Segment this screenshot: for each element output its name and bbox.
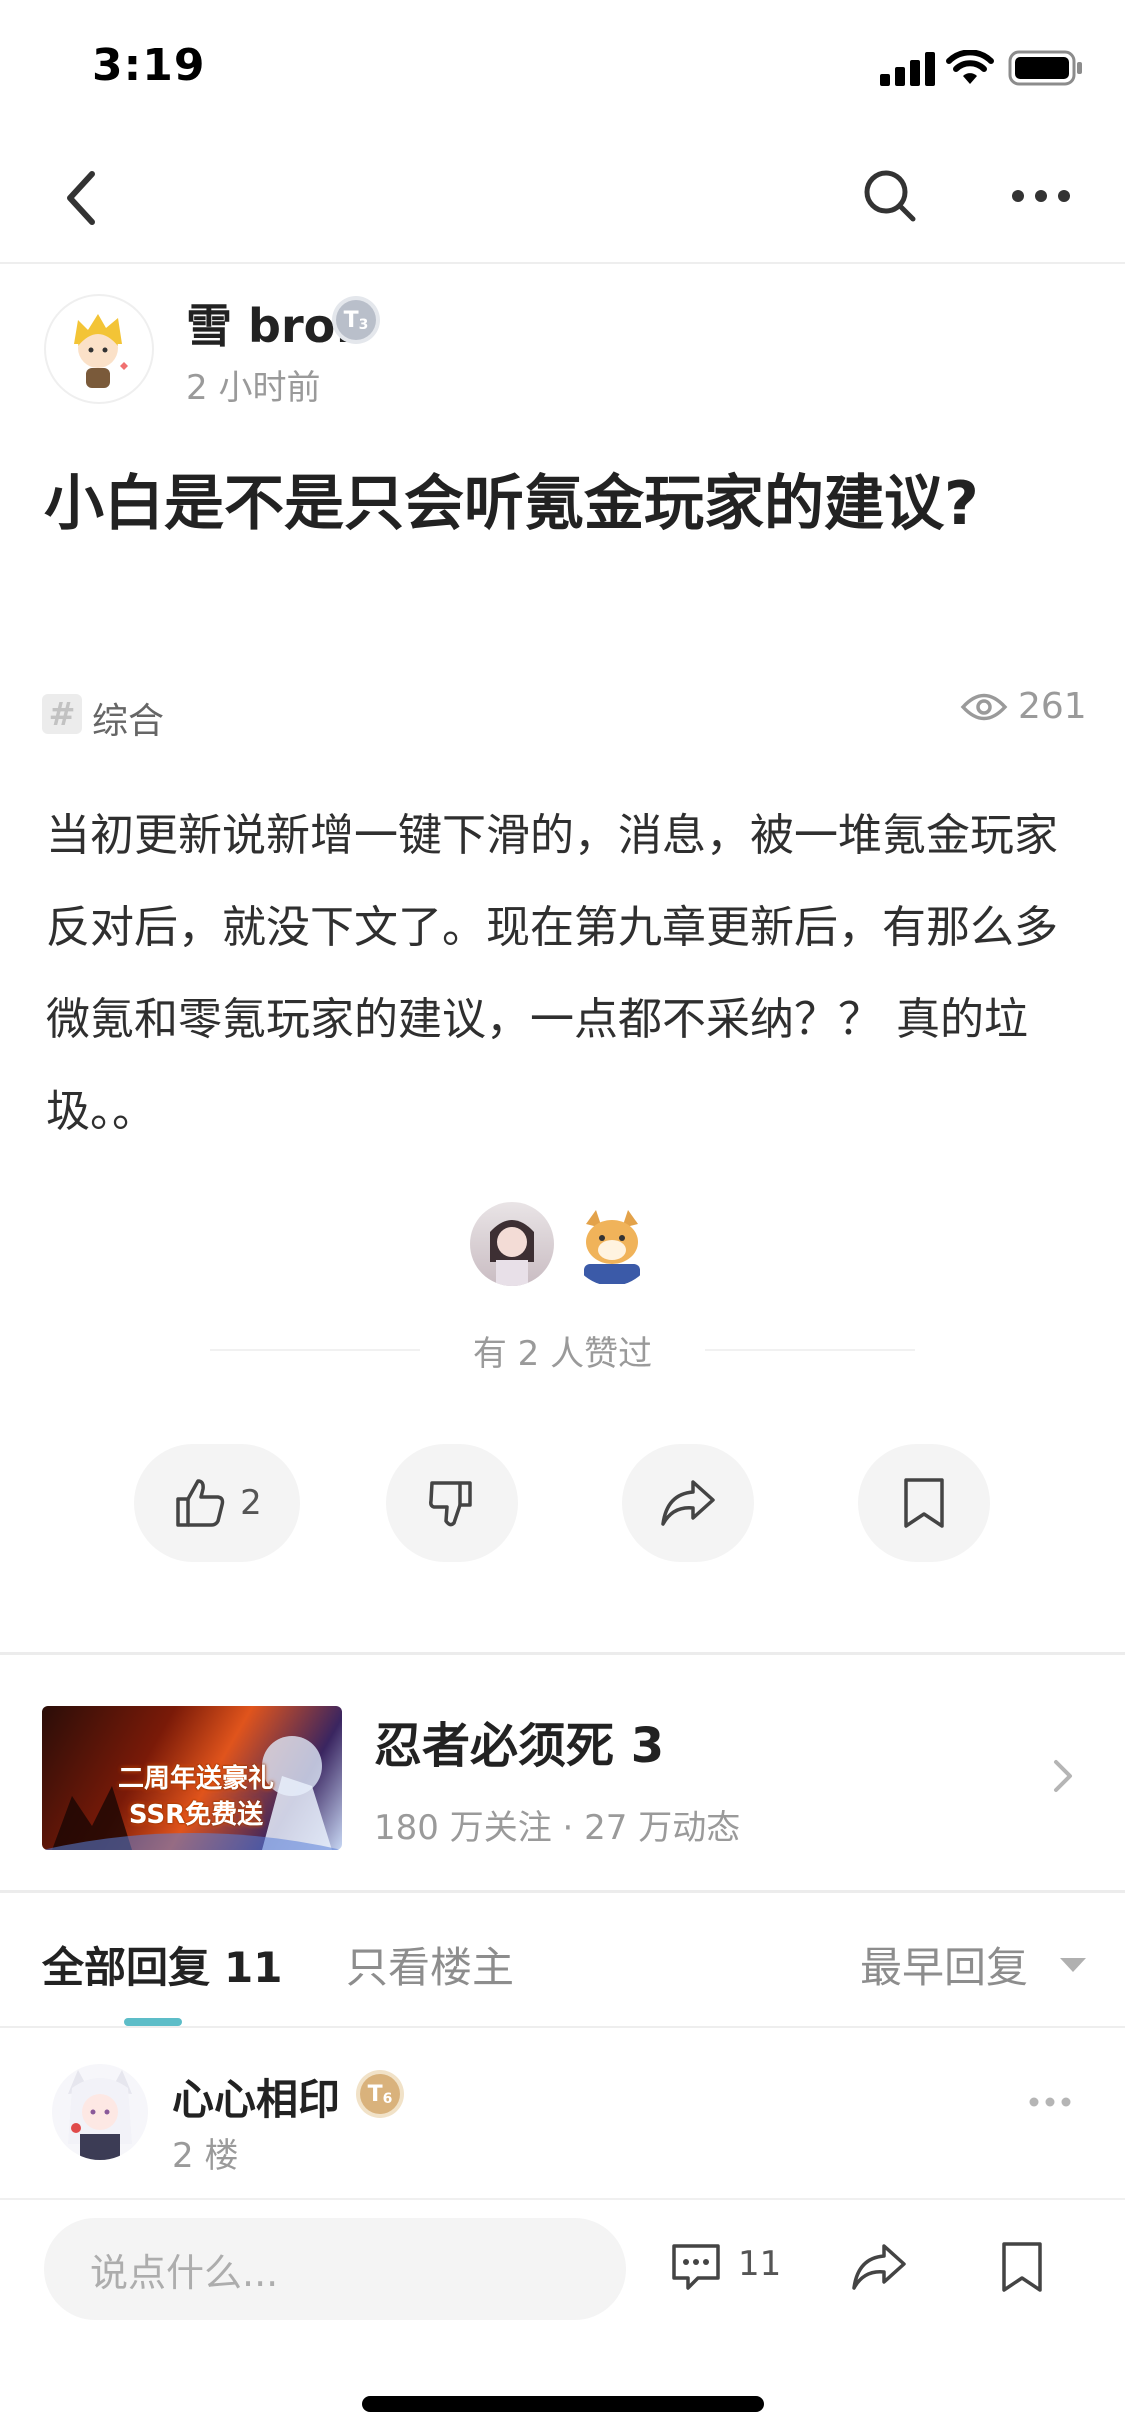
author-name[interactable]: 雪 bro. <box>186 290 353 356</box>
search-icon[interactable] <box>860 166 920 226</box>
author-avatar[interactable] <box>44 294 154 404</box>
more-options-icon[interactable] <box>1010 184 1072 208</box>
topic-tag[interactable]: 综合 <box>92 692 164 744</box>
post-body: 当初更新说新增一键下滑的，消息，被一堆氪金玩家反对后，就没下文了。现在第九章更新… <box>46 810 1058 1137</box>
reply-more-icon[interactable] <box>1028 2094 1072 2110</box>
hashtag-icon: # <box>42 694 82 734</box>
tab-all-replies[interactable]: 全部回复 11 <box>42 1934 282 1995</box>
comment-icon[interactable] <box>668 2240 724 2294</box>
reply-author-avatar[interactable] <box>52 2064 148 2160</box>
liker-avatar[interactable] <box>570 1202 654 1286</box>
nav-divider <box>0 262 1125 264</box>
tab-indicator <box>124 2018 182 2026</box>
post-time: 2 小时前 <box>186 368 321 408</box>
game-name[interactable]: 忍者必须死 3 <box>374 1706 664 1776</box>
section-divider <box>0 1652 1125 1655</box>
share-button[interactable] <box>622 1444 754 1562</box>
like-button[interactable]: 2 <box>134 1444 300 1562</box>
author-level-badge: T3 <box>336 300 376 340</box>
thumbs-down-icon <box>429 1481 472 1527</box>
tabs-divider <box>0 2026 1125 2028</box>
back-arrow-icon[interactable] <box>62 168 102 228</box>
home-indicator[interactable] <box>362 2396 764 2412</box>
section-divider <box>0 1890 1125 1893</box>
view-count: 261 <box>1018 686 1087 727</box>
tab-all-label: 全部回复 <box>42 1943 211 1992</box>
reply-floor: 2 楼 <box>172 2136 239 2176</box>
eye-icon <box>960 693 1008 721</box>
like-count: 2 <box>240 1483 262 1523</box>
bottom-bar-divider <box>0 2198 1125 2200</box>
thumbs-up-icon <box>176 1479 225 1527</box>
game-banner-image[interactable]: 二周年送豪礼 SSR免费送 <box>42 1706 342 1850</box>
share-arrow-icon <box>661 1480 715 1526</box>
bookmark-icon[interactable] <box>1000 2240 1044 2294</box>
reply-author-name[interactable]: 心心相印 <box>172 2066 340 2127</box>
banner-caption: 二周年送豪礼 <box>117 1764 274 1794</box>
bookmark-button[interactable] <box>858 1444 990 1562</box>
reply-count: 11 <box>224 1943 283 1992</box>
liker-avatar[interactable] <box>470 1202 554 1286</box>
reply-level-badge: T6 <box>360 2074 400 2114</box>
comment-placeholder: 说点什么... <box>90 2250 279 2295</box>
sort-dropdown[interactable]: 最早回复 <box>860 1934 1028 1995</box>
game-stats: 180 万关注 · 27 万动态 <box>374 1808 741 1848</box>
dislike-button[interactable] <box>386 1444 518 1562</box>
tab-host-only[interactable]: 只看楼主 <box>346 1934 514 1995</box>
share-arrow-icon[interactable] <box>850 2242 908 2292</box>
comment-count: 11 <box>738 2244 782 2284</box>
comment-input[interactable]: 说点什么... <box>44 2218 626 2320</box>
post-title: 小白是不是只会听氪金玩家的建议? <box>44 469 979 539</box>
liked-summary: 有 2 人赞过 <box>472 1334 653 1374</box>
wifi-icon <box>946 50 994 84</box>
battery-icon <box>1008 50 1082 86</box>
cellular-signal-icon <box>880 52 935 86</box>
banner-caption: SSR免费送 <box>128 1800 264 1830</box>
status-time: 3:19 <box>92 40 206 91</box>
bookmark-icon <box>904 1478 944 1528</box>
chevron-right-icon[interactable] <box>1050 1756 1076 1796</box>
caret-down-icon[interactable] <box>1060 1958 1086 1972</box>
